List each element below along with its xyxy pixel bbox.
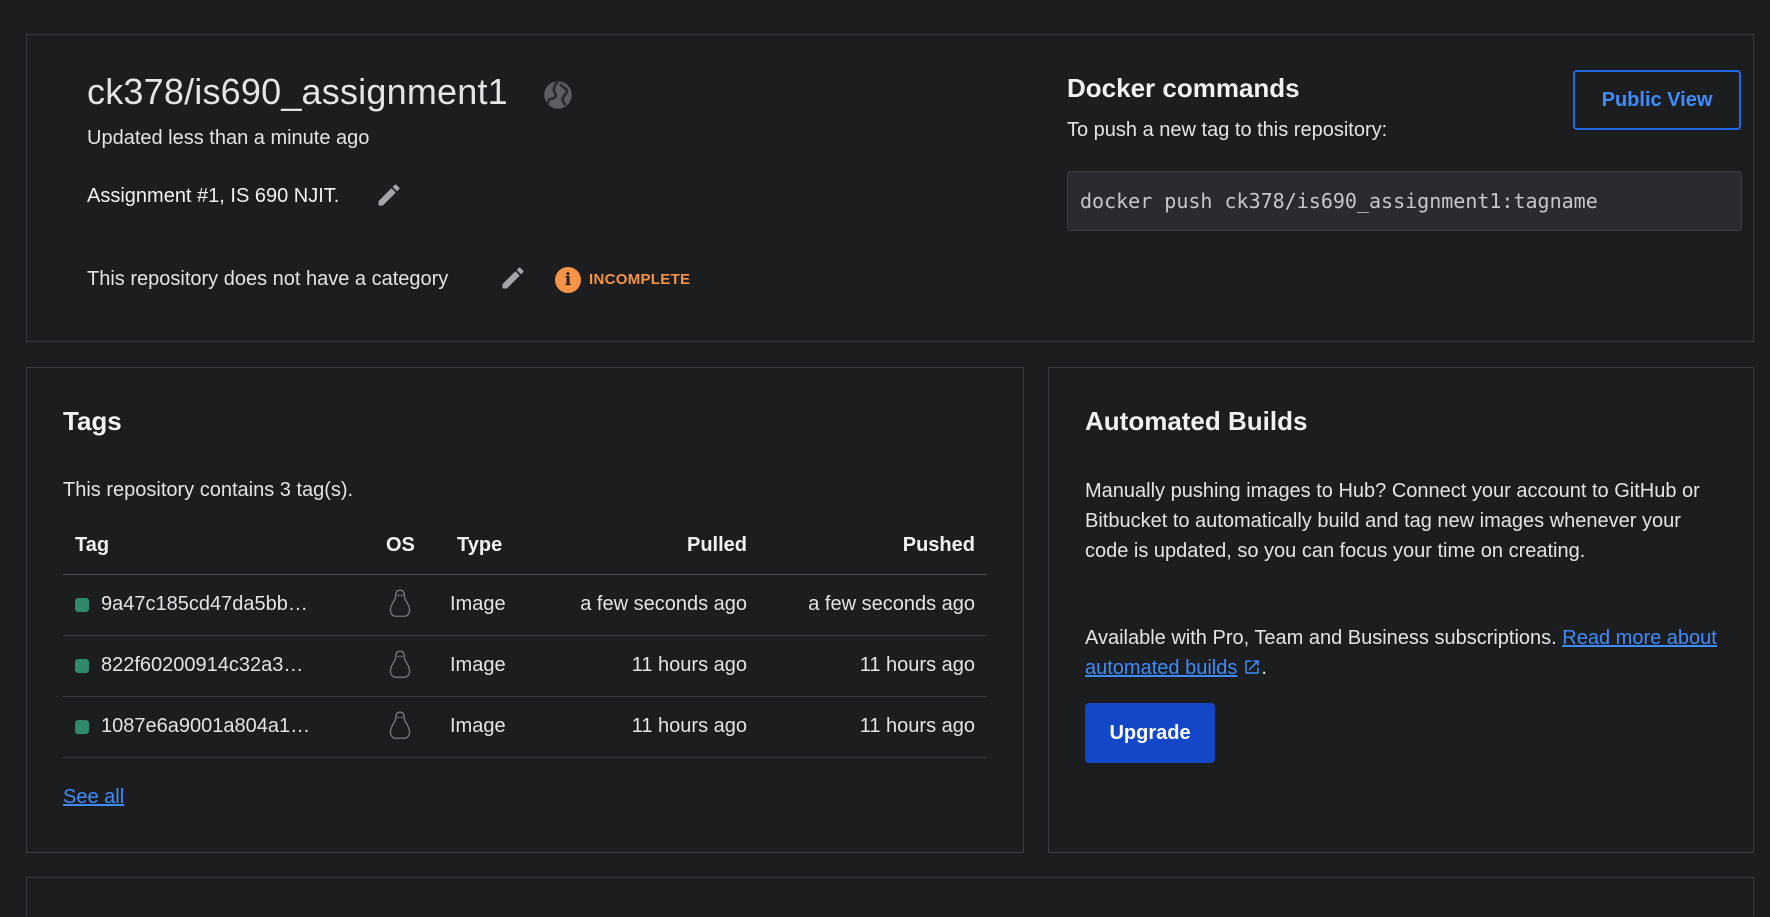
automated-builds-panel: Automated Builds Manually pushing images…	[1048, 367, 1754, 853]
upgrade-button[interactable]: Upgrade	[1085, 703, 1215, 763]
tag-status-indicator	[75, 720, 89, 734]
tag-type: Image	[450, 715, 506, 737]
automated-builds-description: Manually pushing images to Hub? Connect …	[1085, 480, 1700, 562]
tags-panel: Tags This repository contains 3 tag(s). …	[26, 367, 1024, 853]
category-text: This repository does not have a category	[87, 268, 449, 290]
external-link-icon	[1245, 660, 1260, 674]
docker-command-box[interactable]: docker push ck378/is690_assignment1:tagn…	[1067, 171, 1742, 231]
automated-builds-availability: Available with Pro, Team and Business su…	[1085, 623, 1735, 683]
repository-description: Assignment #1, IS 690 NJIT.	[87, 185, 340, 207]
tag-type: Image	[450, 654, 506, 676]
tag-pushed: 11 hours ago	[859, 654, 975, 676]
tags-table-header: Tag OS Type Pulled Pushed	[63, 516, 987, 575]
info-icon: i	[555, 267, 581, 293]
column-header-pushed: Pushed	[902, 534, 975, 556]
linux-icon	[389, 589, 411, 617]
column-header-os: OS	[386, 534, 415, 556]
incomplete-status-badge: INCOMPLETE	[589, 271, 691, 288]
tag-pulled: 11 hours ago	[631, 715, 747, 737]
tags-table: Tag OS Type Pulled Pushed 9a47c185cd47da…	[63, 516, 987, 758]
tag-pushed: a few seconds ago	[808, 593, 975, 615]
tags-summary: This repository contains 3 tag(s).	[63, 479, 354, 501]
column-header-tag: Tag	[75, 534, 110, 556]
docker-commands-title: Docker commands	[1067, 73, 1300, 103]
tag-type: Image	[450, 593, 506, 615]
tag-digest-link[interactable]: 9a47c185cd47da5bb…	[101, 593, 308, 616]
tag-digest-link[interactable]: 822f60200914c32a3…	[101, 654, 303, 677]
tags-title: Tags	[63, 406, 122, 436]
edit-description-pencil-icon[interactable]	[375, 181, 403, 209]
bottom-panel	[26, 877, 1754, 917]
tag-status-indicator	[75, 598, 89, 612]
updated-timestamp: Updated less than a minute ago	[87, 127, 370, 149]
linux-icon	[389, 711, 411, 739]
automated-builds-title: Automated Builds	[1085, 406, 1308, 436]
see-all-tags-link[interactable]: See all	[63, 786, 124, 809]
globe-icon	[544, 80, 572, 109]
column-header-type: Type	[457, 534, 503, 556]
tag-digest-link[interactable]: 1087e6a9001a804a1…	[101, 715, 310, 738]
repository-header-panel: ck378/is690_assignment1 Updated less tha…	[26, 34, 1754, 342]
table-row[interactable]: 9a47c185cd47da5bb… Image a few seconds a…	[63, 575, 987, 636]
table-row[interactable]: 1087e6a9001a804a1… Image 11 hours ago 11…	[63, 697, 987, 758]
tag-pushed: 11 hours ago	[859, 715, 975, 737]
tag-pulled: a few seconds ago	[580, 593, 747, 615]
linux-icon	[389, 650, 411, 678]
tag-pulled: 11 hours ago	[631, 654, 747, 676]
public-view-button[interactable]: Public View	[1573, 70, 1741, 130]
availability-text: Available with Pro, Team and Business su…	[1085, 627, 1563, 649]
availability-period: .	[1261, 657, 1267, 679]
table-row[interactable]: 822f60200914c32a3… Image 11 hours ago 11…	[63, 636, 987, 697]
docker-command-text[interactable]: docker push ck378/is690_assignment1:tagn…	[1080, 189, 1598, 213]
docker-commands-subtitle: To push a new tag to this repository:	[1067, 119, 1388, 141]
column-header-pulled: Pulled	[686, 534, 747, 556]
repository-title: ck378/is690_assignment1	[87, 71, 508, 112]
tag-status-indicator	[75, 659, 89, 673]
edit-category-pencil-icon[interactable]	[499, 264, 527, 292]
